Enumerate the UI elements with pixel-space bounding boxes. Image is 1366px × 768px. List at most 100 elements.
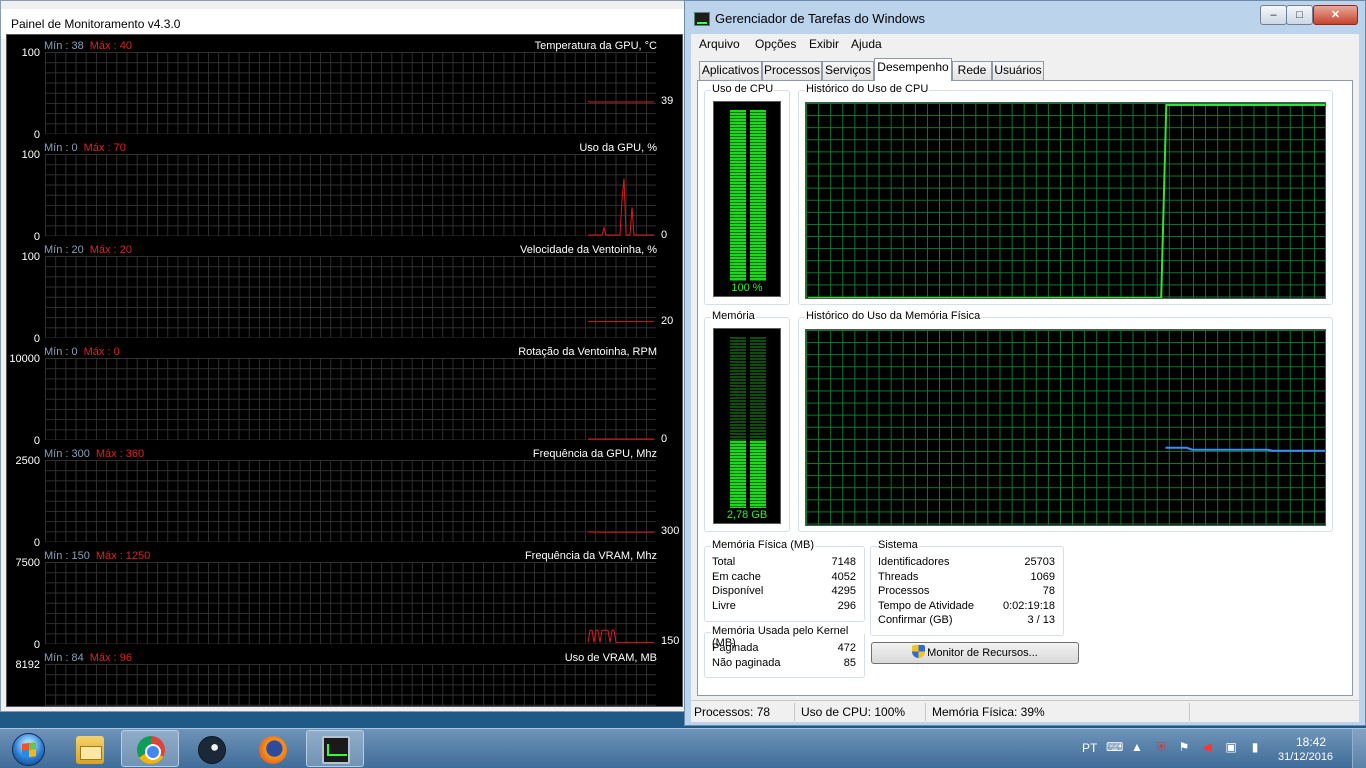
stat-value: 25703 — [1024, 556, 1055, 568]
system-group: Sistema Identificadores 25703 Threads 1069… — [870, 539, 1064, 636]
memory-history-graph — [805, 329, 1326, 526]
graph-current-value: 20 — [661, 314, 674, 327]
keyboard-layout-icon[interactable]: ⌨ — [1106, 740, 1123, 754]
monitoring-panel-title: Painel de Monitoramento v4.3.0 — [11, 17, 181, 31]
graph-min-value: Mín : 300 — [44, 448, 90, 460]
graph-trace — [587, 629, 654, 643]
show-desktop-button[interactable] — [1352, 729, 1366, 768]
memory-history-title: Histórico do Uso da Memória Física — [805, 310, 982, 322]
cpu-usage-group: Uso de CPU 100 % — [704, 83, 790, 305]
minimize-button[interactable]: – — [1260, 5, 1287, 25]
taskbar-steam[interactable] — [182, 730, 240, 767]
graph-max-value: Máx : 0 — [83, 346, 120, 358]
stat-value: 7148 — [831, 556, 856, 568]
graph-y-max: 100 — [21, 149, 40, 161]
cpu-usage-meter: 100 % — [713, 101, 781, 297]
graph-panel-vram-usage: 8192 Mín : 84 Máx : 96 Uso de VRAM, MB — [7, 647, 682, 706]
cpu-history-title: Histórico do Uso de CPU — [805, 83, 930, 95]
antivirus-icon[interactable]: ⛨ — [1154, 740, 1168, 754]
close-button[interactable]: ✕ — [1313, 5, 1358, 25]
menu-exibir[interactable]: Exibir — [809, 37, 839, 51]
show-hidden-icons-chevron-icon[interactable]: ▲ — [1130, 740, 1144, 754]
action-center-flag-icon[interactable]: ⚑ — [1177, 740, 1191, 754]
stat-label: Processos — [878, 585, 930, 597]
graph-label: Uso de VRAM, MB — [564, 652, 657, 664]
stat-value: 85 — [843, 657, 856, 669]
graph-panel-fan-rpm: 10000 0 Mín : 0 Máx : 0 Rotação da Ventoi… — [7, 341, 682, 447]
stat-row: Não paginada 85 — [712, 657, 856, 671]
graph-y-max: 10000 — [9, 353, 40, 365]
graph-max-value: Máx : 1250 — [95, 550, 151, 562]
cpu-history-line — [808, 104, 1325, 298]
monitoring-panel-window: Painel de Monitoramento v4.3.0 100 0 Mín… — [0, 0, 700, 712]
steam-icon — [198, 736, 226, 764]
system-title: Sistema — [877, 539, 919, 551]
status-separator — [1189, 703, 1190, 721]
uac-shield-icon — [912, 645, 926, 658]
menu-opcoes[interactable]: Opções — [755, 37, 796, 51]
task-manager-titlebar[interactable]: Gerenciador de Tarefas do Windows – □ ✕ — [685, 1, 1365, 34]
stat-row: Em cache 4052 — [712, 571, 856, 585]
graph-panel-gpu-temperature: 100 0 Mín : 38 Máx : 40 Temperatura da GP… — [7, 35, 682, 141]
status-cpu: Uso de CPU: 100% — [801, 705, 906, 719]
stat-value: 296 — [837, 600, 856, 612]
memory-meter-fill — [750, 441, 766, 508]
language-indicator[interactable]: PT — [1082, 741, 1097, 755]
monitoring-graphs-area: 100 0 Mín : 38 Máx : 40 Temperatura da GP… — [6, 34, 683, 707]
graph-current-value: 39 — [661, 95, 674, 108]
resource-monitor-label: Monitor de Recursos... — [927, 647, 1038, 659]
cpu-usage-title: Uso de CPU — [711, 83, 775, 95]
stat-row: Identificadores 25703 — [878, 556, 1055, 570]
tab-usuarios[interactable]: Usuários — [992, 61, 1044, 80]
status-processes: Processos: 78 — [694, 705, 771, 719]
power-icon[interactable]: ▮ — [1248, 740, 1262, 754]
menu-arquivo[interactable]: Arquivo — [699, 37, 740, 51]
graph-max-value: Máx : 40 — [89, 40, 132, 52]
graph-y-max: 2500 — [15, 455, 40, 467]
graph-min-value: Mín : 150 — [44, 550, 90, 562]
cpu-meter-fill — [730, 110, 746, 281]
taskbar: PT ⌨ ▲ ⛨ ⚑ ◀ ▣ ▮ 18:42 31/12/2016 — [0, 728, 1366, 768]
graph-min-max: Mín : 84 Máx : 96 — [44, 652, 132, 664]
task-manager-icon — [322, 736, 350, 764]
tab-processos[interactable]: Processos — [762, 61, 822, 80]
status-memory: Memória Física: 39% — [932, 705, 1045, 719]
graph-max-value: Máx : 20 — [89, 244, 132, 256]
maximize-button[interactable]: □ — [1286, 5, 1313, 25]
taskbar-task-manager[interactable] — [306, 730, 364, 767]
resource-monitor-button[interactable]: Monitor de Recursos... — [871, 642, 1079, 664]
volume-icon[interactable]: ◀ — [1200, 740, 1214, 754]
tab-rede[interactable]: Rede — [952, 61, 992, 80]
stat-value: 1069 — [1030, 571, 1055, 583]
taskbar-chrome[interactable] — [121, 730, 179, 767]
taskbar-firefox[interactable] — [243, 730, 301, 767]
tab-aplicativos[interactable]: Aplicativos — [699, 61, 762, 80]
stat-row: Total 7148 — [712, 556, 856, 570]
memory-title: Memória — [711, 310, 756, 322]
graph-trace — [588, 321, 654, 323]
clock-date[interactable]: 31/12/2016 — [1278, 751, 1333, 763]
performance-tab-content: Uso de CPU 100 % Histórico do Uso de CPU — [697, 80, 1353, 696]
stat-label: Em cache — [712, 571, 761, 583]
network-icon[interactable]: ▣ — [1224, 740, 1238, 754]
task-manager-icon — [694, 12, 710, 26]
stat-value: 4295 — [831, 585, 856, 597]
stat-value: 0:02:19:18 — [1003, 600, 1055, 612]
task-manager-title: Gerenciador de Tarefas do Windows — [715, 11, 926, 26]
graph-trace — [588, 438, 654, 440]
start-button[interactable] — [4, 730, 52, 768]
graph-min-value: Mín : 20 — [44, 244, 84, 256]
stat-label: Threads — [878, 571, 919, 583]
graph-max-value: Máx : 70 — [83, 142, 126, 154]
tab-desempenho[interactable]: Desempenho — [874, 58, 952, 81]
graph-panel-gpu-usage: 100 0 Mín : 0 Máx : 70 Uso da GPU, % 0 — [7, 137, 682, 243]
task-manager-client: Arquivo Opções Exibir Ajuda Aplicativos … — [691, 34, 1359, 722]
stat-row: Processos 78 — [878, 585, 1055, 599]
menu-ajuda[interactable]: Ajuda — [851, 37, 882, 51]
clock-time[interactable]: 18:42 — [1296, 735, 1326, 749]
taskbar-explorer[interactable] — [60, 730, 118, 767]
stat-row: Paginada 472 — [712, 642, 856, 656]
graph-label: Velocidade da Ventoinha, % — [519, 244, 657, 256]
tab-servicos[interactable]: Serviços — [822, 61, 874, 80]
memory-meter-fill — [730, 441, 746, 508]
